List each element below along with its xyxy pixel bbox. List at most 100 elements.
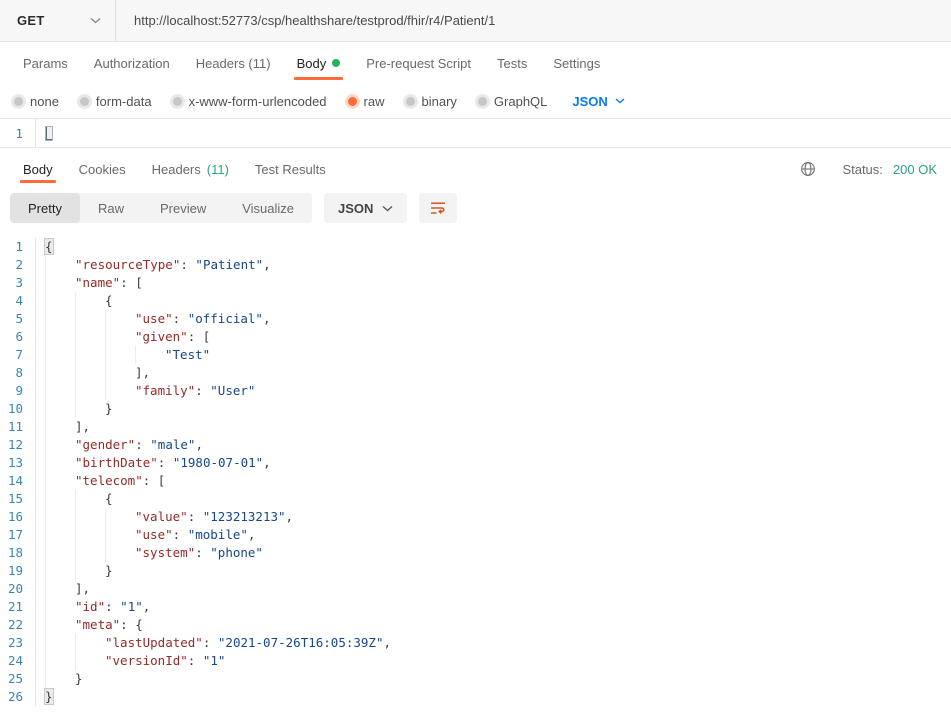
indent-guide xyxy=(45,418,75,436)
radio-label: binary xyxy=(422,94,457,109)
code-content: ], xyxy=(36,580,90,598)
radio-icon xyxy=(80,97,89,106)
url-input[interactable]: http://localhost:52773/csp/healthshare/t… xyxy=(116,0,951,41)
response-language-select[interactable]: JSON xyxy=(324,193,407,223)
indent-guide xyxy=(45,382,75,400)
json-punct: } xyxy=(45,689,53,704)
code-line: 25} xyxy=(0,670,951,688)
json-key: "gender" xyxy=(75,437,135,452)
indent-guide xyxy=(75,508,105,526)
json-punct: , xyxy=(263,311,271,326)
line-number: 17 xyxy=(0,526,36,544)
view-raw[interactable]: Raw xyxy=(80,193,142,223)
code-line: 22"meta": { xyxy=(0,616,951,634)
wrap-text-button[interactable] xyxy=(419,193,457,223)
chevron-down-icon xyxy=(615,98,625,104)
body-language-select[interactable]: JSON xyxy=(572,94,624,109)
json-key: "telecom" xyxy=(75,473,143,488)
view-visualize[interactable]: Visualize xyxy=(224,193,312,223)
json-punct: , xyxy=(263,257,271,272)
response-toolbar: PrettyRawPreviewVisualize JSON xyxy=(10,193,951,223)
indent-guide xyxy=(75,400,105,418)
line-number: 13 xyxy=(0,454,36,472)
request-tab-params[interactable]: Params xyxy=(10,42,81,84)
json-string: "phone" xyxy=(210,545,263,560)
indent-guide xyxy=(45,526,75,544)
request-tab-headers-11[interactable]: Headers (11) xyxy=(183,42,284,84)
tab-label: Headers (11) xyxy=(196,56,271,71)
request-tab-pre-request-script[interactable]: Pre-request Script xyxy=(353,42,484,84)
status-badge: 200 OK xyxy=(893,162,937,177)
radio-icon xyxy=(406,97,415,106)
line-number: 20 xyxy=(0,580,36,598)
response-tab-test-results[interactable]: Test Results xyxy=(242,151,339,187)
indent-guide xyxy=(45,292,75,310)
tab-label: Authorization xyxy=(94,56,170,71)
body-type-radio-form-data[interactable]: form-data xyxy=(80,94,152,109)
editor-cursor xyxy=(45,126,53,141)
response-view-switcher: PrettyRawPreviewVisualize xyxy=(10,193,312,223)
request-body-editor[interactable]: 1 xyxy=(0,118,951,148)
tab-label: Body xyxy=(23,162,53,177)
chevron-down-icon xyxy=(90,17,101,24)
line-number: 14 xyxy=(0,472,36,490)
json-punct: , xyxy=(383,635,391,650)
code-line: 9"family": "User" xyxy=(0,382,951,400)
line-number: 15 xyxy=(0,490,36,508)
json-punct: : xyxy=(188,509,203,524)
view-preview[interactable]: Preview xyxy=(142,193,224,223)
body-type-radio-raw[interactable]: raw xyxy=(348,94,385,109)
code-line: 17"use": "mobile", xyxy=(0,526,951,544)
json-key: "use" xyxy=(135,311,173,326)
tab-label: Tests xyxy=(497,56,527,71)
code-line: 23"lastUpdated": "2021-07-26T16:05:39Z", xyxy=(0,634,951,652)
request-tab-body[interactable]: Body xyxy=(284,42,354,84)
indent-guide xyxy=(45,490,75,508)
code-line: 18"system": "phone" xyxy=(0,544,951,562)
code-line: 1{ xyxy=(0,238,951,256)
code-line: 20], xyxy=(0,580,951,598)
request-tabs: Params Authorization Headers (11) Body Pre-r… xyxy=(0,42,951,84)
status-label: Status: xyxy=(842,162,882,177)
line-number: 22 xyxy=(0,616,36,634)
request-tab-authorization[interactable]: Authorization xyxy=(81,42,183,84)
tab-label: Pre-request Script xyxy=(366,56,471,71)
editor-line-number: 1 xyxy=(0,119,36,147)
response-tab-body[interactable]: Body xyxy=(10,151,66,187)
json-punct: { xyxy=(105,491,113,506)
response-code[interactable]: 1{2"resourceType": "Patient",3"name": [4… xyxy=(0,233,951,706)
code-content: "name": [ xyxy=(36,274,143,292)
globe-icon[interactable] xyxy=(800,161,816,177)
json-punct: , xyxy=(143,599,151,614)
code-content: } xyxy=(36,688,53,706)
line-number: 5 xyxy=(0,310,36,328)
json-key: "value" xyxy=(135,509,188,524)
view-pretty[interactable]: Pretty xyxy=(10,193,80,223)
indent-guide xyxy=(105,346,135,364)
body-type-radio-x-www-form-urlencoded[interactable]: x-www-form-urlencoded xyxy=(173,94,327,109)
json-string: "2021-07-26T16:05:39Z" xyxy=(218,635,384,650)
json-punct: : xyxy=(158,455,173,470)
code-line: 8], xyxy=(0,364,951,382)
tab-label: Test Results xyxy=(255,162,326,177)
json-punct: : xyxy=(173,527,188,542)
indent-guide xyxy=(105,508,135,526)
line-number: 21 xyxy=(0,598,36,616)
json-punct: : [ xyxy=(188,329,211,344)
response-tab-headers[interactable]: Headers(11) xyxy=(139,151,242,187)
body-type-radio-graphql[interactable]: GraphQL xyxy=(478,94,547,109)
indent-guide xyxy=(45,544,75,562)
indent-guide xyxy=(75,292,105,310)
json-string: "official" xyxy=(188,311,263,326)
json-key: "system" xyxy=(135,545,195,560)
code-line: 7"Test" xyxy=(0,346,951,364)
request-tab-settings[interactable]: Settings xyxy=(540,42,613,84)
response-tab-cookies[interactable]: Cookies xyxy=(66,151,139,187)
indent-guide xyxy=(45,436,75,454)
http-method-select[interactable]: GET xyxy=(0,0,116,41)
body-type-radio-none[interactable]: none xyxy=(14,94,59,109)
code-content: } xyxy=(36,562,113,580)
request-tab-tests[interactable]: Tests xyxy=(484,42,540,84)
body-type-radio-binary[interactable]: binary xyxy=(406,94,457,109)
indent-guide xyxy=(45,454,75,472)
